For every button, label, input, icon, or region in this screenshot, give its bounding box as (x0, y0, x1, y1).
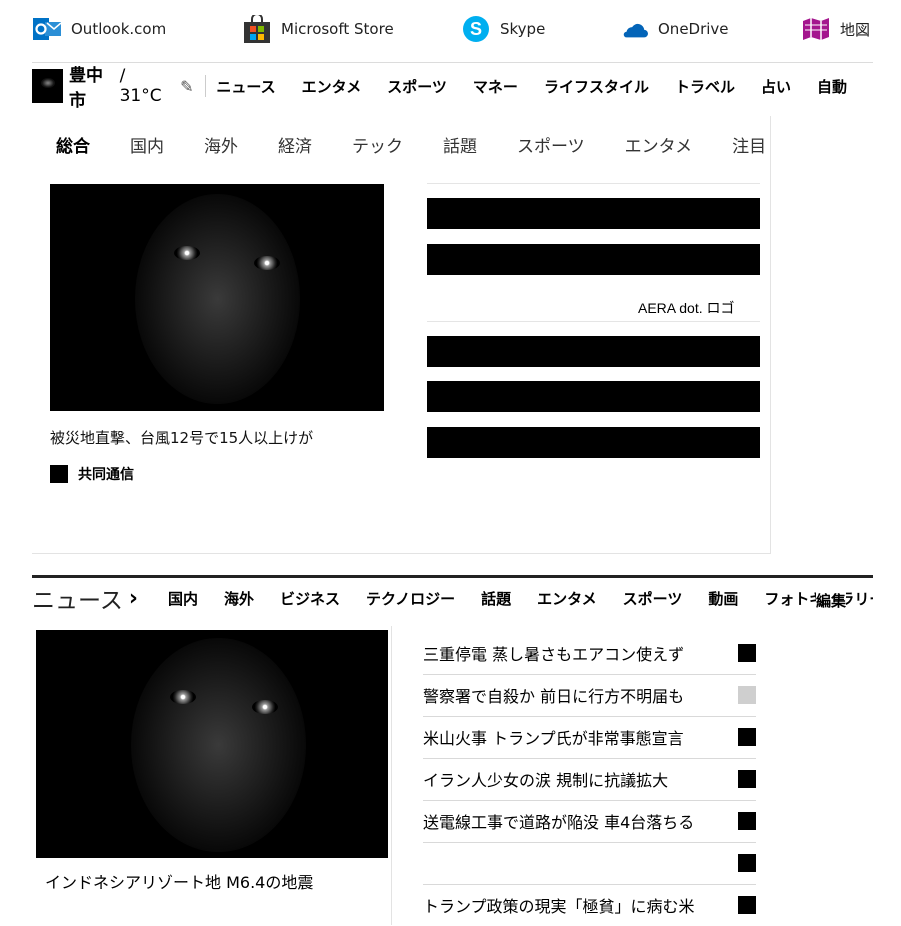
news-tab-topics[interactable]: 話題 (481, 588, 511, 609)
news-list-item[interactable]: トランプ政策の現実「極貧」に病む米 (423, 884, 756, 926)
nav-separator (205, 75, 207, 97)
chevron-right-icon[interactable]: › (129, 586, 138, 611)
skype-icon: S (462, 15, 490, 43)
weather-avatar[interactable] (32, 69, 64, 103)
outlook-icon (33, 15, 61, 43)
tab-sports[interactable]: スポーツ (517, 132, 585, 157)
news-list-item[interactable]: 送電線工事で道路が陥没 車4台落ちる (423, 800, 756, 843)
eye-right (252, 700, 278, 714)
outlook-link[interactable]: Outlook.com (33, 12, 166, 46)
pencil-icon[interactable]: ✎ (180, 77, 193, 96)
tab-general[interactable]: 総合 (56, 132, 90, 157)
eye-left (174, 246, 200, 260)
main-nav: 豊中市 / 31°C ✎ ニュース エンタメ スポーツ マネー ライフスタイル … (32, 66, 873, 111)
top-tabs: 総合 国内 海外 経済 テック 話題 スポーツ エンタメ 注目 (56, 132, 806, 157)
hero-source-name: 共同通信 (78, 467, 134, 483)
hero-caption[interactable]: 被災地直撃、台風12号で15人以上けが (50, 427, 313, 448)
map-icon (802, 15, 830, 43)
nav-item-news[interactable]: ニュース (216, 76, 275, 97)
news-title: 米山火事 トランプ氏が非常事態宣言 (423, 729, 684, 748)
news-list-item[interactable]: 米山火事 トランプ氏が非常事態宣言 (423, 716, 756, 759)
lead-caption[interactable]: インドネシアリゾート地 M6.4の地震 (45, 869, 313, 893)
hero-image[interactable] (50, 184, 384, 411)
nav-item-sports[interactable]: スポーツ (387, 76, 447, 97)
news-tab-technology[interactable]: テクノロジー (366, 588, 455, 609)
onedrive-label: OneDrive (658, 20, 729, 38)
weather-temp[interactable]: / 31°C (120, 66, 169, 106)
news-tab-domestic[interactable]: 国内 (168, 588, 198, 609)
nav-item-entame[interactable]: エンタメ (302, 76, 362, 97)
headline-bar[interactable] (427, 198, 760, 229)
onedrive-link[interactable]: OneDrive (620, 12, 729, 46)
nav-item-auto[interactable]: 自動 (817, 76, 847, 97)
headline-bar[interactable] (427, 381, 760, 412)
news-title: イラン人少女の涙 規制に抗議拡大 (423, 771, 669, 790)
face-shape (135, 194, 300, 404)
news-tab-entame[interactable]: エンタメ (537, 588, 597, 609)
news-title: 送電線工事で道路が陥没 車4台落ちる (423, 813, 695, 832)
divider (32, 62, 873, 63)
news-thumbnail (738, 812, 756, 830)
news-thumbnail (738, 728, 756, 746)
news-section-nav: ニュース › 国内 海外 ビジネス テクノロジー 話題 エンタメ スポーツ 動画… (32, 582, 873, 615)
divider (427, 183, 760, 184)
news-tab-video[interactable]: 動画 (708, 588, 738, 609)
store-label: Microsoft Store (281, 20, 394, 38)
svg-text:S: S (470, 19, 482, 39)
news-thumbnail (738, 644, 756, 662)
divider (427, 321, 760, 322)
column-divider (391, 626, 392, 925)
skype-link[interactable]: S Skype (462, 12, 545, 46)
nav-item-fortune[interactable]: 占い (761, 76, 791, 97)
headline-bar[interactable] (427, 427, 760, 458)
store-icon (243, 15, 271, 43)
news-tab-sports[interactable]: スポーツ (623, 588, 683, 609)
news-title: 三重停電 蒸し暑さもエアコン使えず (423, 645, 685, 664)
news-thumbnail (738, 770, 756, 788)
section-divider (32, 575, 873, 578)
news-thumbnail (738, 686, 756, 704)
nav-item-lifestyle[interactable]: ライフスタイル (544, 76, 649, 97)
tab-economy[interactable]: 経済 (278, 132, 312, 157)
news-tab-overseas[interactable]: 海外 (224, 588, 254, 609)
tab-tech[interactable]: テック (352, 132, 403, 157)
face-shape (131, 638, 306, 852)
tab-featured[interactable]: 注目 (732, 132, 766, 157)
tab-overseas[interactable]: 海外 (204, 132, 238, 157)
news-list-item[interactable]: イラン人少女の涙 規制に抗議拡大 (423, 758, 756, 801)
outlook-label: Outlook.com (71, 20, 167, 38)
news-list-item[interactable] (423, 842, 756, 885)
weather-city[interactable]: 豊中市 (69, 61, 116, 111)
headline-bar[interactable] (427, 244, 760, 275)
news-title: トランプ政策の現実「極貧」に病む米 (423, 897, 695, 916)
tab-entame[interactable]: エンタメ (625, 132, 693, 157)
news-list-item[interactable]: 三重停電 蒸し暑さもエアコン使えず (423, 632, 756, 675)
news-section-title[interactable]: ニュース (32, 582, 123, 614)
map-label: 地図 (840, 20, 871, 39)
source-logo (50, 465, 68, 483)
eye-left (170, 690, 196, 704)
aera-dot-logo[interactable]: AERA dot. ロゴ (638, 298, 734, 318)
nav-item-money[interactable]: マネー (473, 76, 518, 97)
hero-source[interactable]: 共同通信 (50, 464, 134, 484)
onedrive-icon (620, 15, 648, 43)
news-title: 警察署で自殺か 前日に行方不明届も (423, 687, 685, 706)
news-tab-business[interactable]: ビジネス (280, 588, 340, 609)
news-thumbnail (738, 896, 756, 914)
edit-button[interactable]: 編集 (816, 590, 847, 611)
eye-right (254, 256, 280, 270)
news-thumbnail (738, 854, 756, 872)
tab-domestic[interactable]: 国内 (130, 132, 164, 157)
headline-bar[interactable] (427, 336, 760, 367)
lead-image[interactable] (36, 630, 388, 858)
news-list-item[interactable]: 警察署で自殺か 前日に行方不明届も (423, 674, 756, 717)
top-stories-panel: 総合 国内 海外 経済 テック 話題 スポーツ エンタメ 注目 被災地直撃、台風… (32, 116, 771, 554)
nav-item-travel[interactable]: トラベル (675, 76, 735, 97)
map-link[interactable]: 地図 (802, 12, 870, 46)
tab-topics[interactable]: 話題 (443, 132, 477, 157)
skype-label: Skype (500, 20, 546, 38)
store-link[interactable]: Microsoft Store (243, 12, 394, 46)
